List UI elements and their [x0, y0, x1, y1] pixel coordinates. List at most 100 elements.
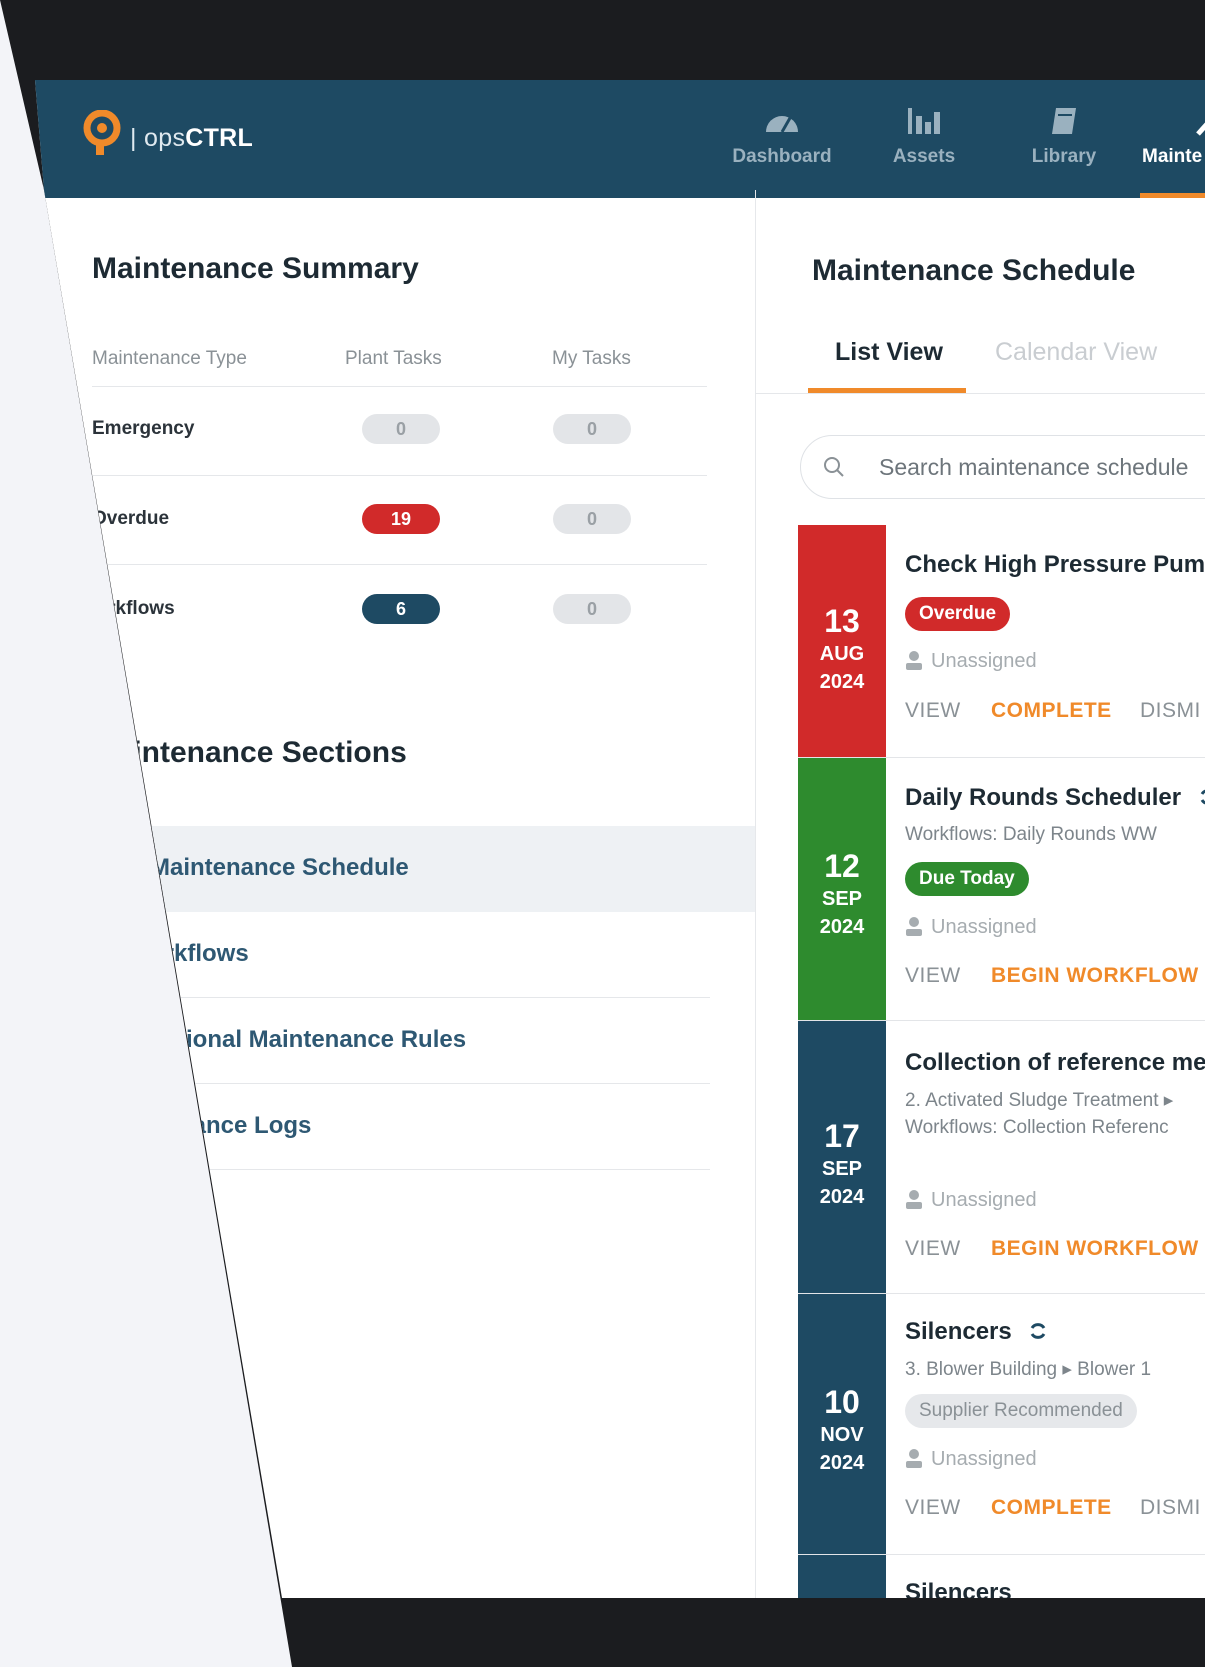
- my-count-pill[interactable]: 0: [553, 414, 631, 444]
- date-day: 12: [824, 848, 860, 884]
- date-block: [798, 1555, 886, 1598]
- nav-active-indicator: [1140, 193, 1205, 198]
- summary-row-label: Overdue: [92, 508, 170, 529]
- sections-title: iintenance Sections: [125, 736, 407, 769]
- task-title: Check High Pressure Pump: [905, 551, 1205, 578]
- dismiss-link[interactable]: DISMI: [1140, 699, 1201, 723]
- col-head-type: Maintenance Type: [92, 348, 247, 369]
- opsctrl-logo-icon: [83, 110, 121, 155]
- view-link[interactable]: VIEW: [905, 964, 961, 988]
- plant-count-pill[interactable]: 19: [362, 504, 440, 534]
- section-maintenance-logs[interactable]: itenance Logs: [35, 1084, 755, 1170]
- view-link[interactable]: VIEW: [905, 1237, 961, 1261]
- section-label: itenance Logs: [150, 1112, 312, 1139]
- assignee: Unassigned: [905, 916, 1037, 939]
- date-month: AUG: [819, 643, 865, 665]
- date-month: SEP: [821, 1158, 863, 1180]
- task-title-row: Silencers: [905, 1318, 1048, 1346]
- tab-active-indicator: [808, 388, 966, 393]
- app-screen: | opsCTRL Dashboard Assets Library Maint…: [35, 80, 1205, 1598]
- assignee: Unassigned: [905, 1189, 1037, 1212]
- bar-chart-icon: [908, 108, 940, 134]
- date-month: NOV: [820, 1424, 864, 1446]
- nav-maintenance[interactable]: Mainte: [1142, 106, 1205, 168]
- date-year: 2024: [819, 916, 865, 938]
- recurring-icon: [1200, 789, 1205, 805]
- task-title: Silencers: [905, 1318, 1012, 1345]
- section-conditional-rules[interactable]: iditional Maintenance Rules: [35, 998, 755, 1084]
- divider: [92, 386, 707, 387]
- complete-link[interactable]: COMPLETE: [991, 1496, 1112, 1520]
- schedule-card[interactable]: 13 AUG 2024 Check High Pressure Pump Ove…: [798, 525, 1205, 758]
- my-count-pill[interactable]: 0: [553, 594, 631, 624]
- user-icon: [906, 651, 922, 670]
- task-title: Daily Rounds Scheduler: [905, 784, 1182, 811]
- section-workflows[interactable]: orkflows: [35, 912, 755, 998]
- date-block: 10 NOV 2024: [798, 1294, 886, 1554]
- status-badge: Overdue: [905, 597, 1011, 631]
- task-title: Collection of reference mea: [905, 1049, 1205, 1076]
- book-icon: [1052, 108, 1076, 134]
- tab-list-view[interactable]: List View: [835, 338, 943, 367]
- recurring-icon: [1031, 1323, 1046, 1339]
- schedule-card[interactable]: 10 NOV 2024 Silencers 3. Blower Building…: [798, 1294, 1205, 1555]
- view-link[interactable]: VIEW: [905, 1496, 961, 1520]
- date-month: SEP: [821, 888, 863, 910]
- assignee: Unassigned: [905, 650, 1037, 673]
- schedule-card[interactable]: Silencers: [798, 1555, 1205, 1598]
- schedule-title: Maintenance Schedule: [812, 254, 1136, 287]
- schedule-card[interactable]: 17 SEP 2024 Collection of reference mea …: [798, 1021, 1205, 1294]
- task-location: 3. Blower Building ▸ Blower 1: [905, 1359, 1152, 1380]
- plant-count-pill[interactable]: 0: [362, 414, 440, 444]
- col-head-plant: Plant Tasks: [345, 348, 442, 369]
- panel-divider: [755, 190, 756, 1598]
- section-maintenance-schedule[interactable]: Maintenance Schedule: [35, 826, 755, 912]
- view-link[interactable]: VIEW: [905, 699, 961, 723]
- nav-assets[interactable]: Assets: [864, 106, 984, 168]
- plant-count-pill[interactable]: 6: [362, 594, 440, 624]
- section-label: orkflows: [150, 940, 249, 967]
- task-title-row: Daily Rounds Scheduler: [905, 784, 1205, 812]
- date-year: 2024: [819, 1452, 865, 1474]
- begin-workflow-link[interactable]: BEGIN WORKFLOW: [991, 964, 1199, 988]
- schedule-card[interactable]: 12 SEP 2024 Daily Rounds Scheduler Workf…: [798, 758, 1205, 1021]
- task-workflow: Workflows: Collection Referenc: [905, 1117, 1169, 1138]
- date-day: 17: [824, 1118, 860, 1154]
- summary-row-label: 'orkflows: [92, 598, 175, 619]
- date-year: 2024: [819, 671, 865, 693]
- task-title: Silencers: [905, 1579, 1012, 1598]
- date-block: 13 AUG 2024: [798, 525, 886, 757]
- complete-link[interactable]: COMPLETE: [991, 699, 1112, 723]
- nav-library[interactable]: Library: [1004, 106, 1124, 168]
- divider: [92, 475, 707, 476]
- wrench-icon: [1196, 112, 1205, 136]
- task-location: 2. Activated Sludge Treatment ▸: [905, 1090, 1174, 1111]
- nav-label: Assets: [892, 146, 956, 167]
- status-badge: Supplier Recommended: [905, 1394, 1137, 1428]
- user-icon: [906, 917, 922, 936]
- dismiss-link[interactable]: DISMI: [1140, 1496, 1201, 1520]
- summary-row-label: Emergency: [92, 418, 195, 439]
- user-icon: [906, 1190, 922, 1209]
- nav-label: Dashboard: [732, 146, 832, 167]
- search-box[interactable]: Search maintenance schedule: [800, 435, 1205, 499]
- nav-label: Mainte: [1142, 146, 1203, 167]
- nav-dashboard[interactable]: Dashboard: [722, 106, 842, 168]
- gauge-icon: [766, 116, 798, 133]
- col-head-mine: My Tasks: [552, 348, 631, 369]
- section-label: iditional Maintenance Rules: [150, 1026, 467, 1053]
- search-icon: [824, 457, 844, 477]
- top-navbar: | opsCTRL Dashboard Assets Library Maint…: [35, 80, 1205, 198]
- date-block: 12 SEP 2024: [798, 758, 886, 1020]
- tab-calendar-view[interactable]: Calendar View: [995, 338, 1157, 367]
- section-label: Maintenance Schedule: [150, 854, 409, 881]
- begin-workflow-link[interactable]: BEGIN WORKFLOW: [991, 1237, 1199, 1261]
- search-placeholder: Search maintenance schedule: [879, 454, 1189, 480]
- my-count-pill[interactable]: 0: [553, 504, 631, 534]
- app-logo-text: | opsCTRL: [130, 124, 254, 152]
- date-day: 10: [824, 1384, 860, 1420]
- task-workflow: Workflows: Daily Rounds WW: [905, 824, 1157, 845]
- summary-title: Maintenance Summary: [92, 252, 419, 285]
- status-badge: Due Today: [905, 862, 1029, 896]
- assignee: Unassigned: [905, 1448, 1037, 1471]
